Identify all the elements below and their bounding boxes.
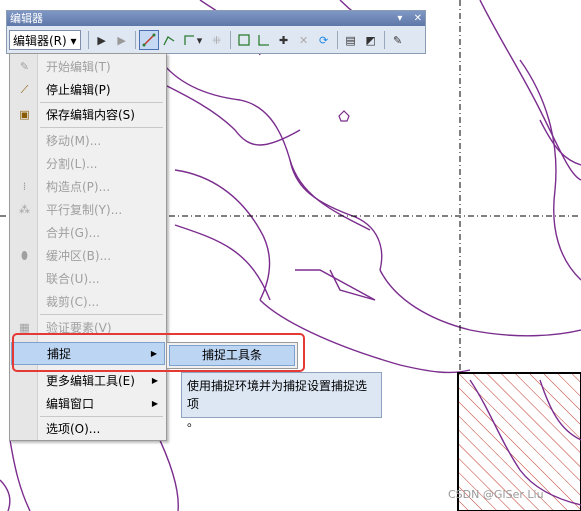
menu-item-label: 缓冲区(B)... [46,249,112,263]
reshape-icon[interactable] [254,30,274,50]
edit-tool-icon[interactable]: ▶ [92,30,112,50]
rotate-icon[interactable]: ⟳ [314,30,334,50]
editor-toolbar: 编辑器 ▾ ✕ 编辑器(R) ▾ ▶ ▶ ▾ ⁜ ✚ ✕ ⟳ ▤ ◩ ✎ [6,10,426,54]
menu-item-stop-editing[interactable]: ⟋ 停止编辑(P) [11,78,165,101]
separator [383,31,385,49]
menu-item-label: 更多编辑工具(E) [46,374,135,388]
menu-item-options[interactable]: 选项(O)... [11,417,165,440]
construction-tools-icon[interactable]: ▾ [179,30,207,50]
menu-item-label: 平行复制(Y)... [46,203,123,217]
menu-item-more-editing-tools[interactable]: 更多编辑工具(E) ▶ [11,369,165,392]
menu-item-clip[interactable]: 裁剪(C)... [11,290,165,313]
submenu-arrow-icon: ▶ [151,376,158,385]
save-icon: ▣ [19,108,30,121]
menu-item-construct-points[interactable]: ⁞ 构造点(P)... [11,175,165,198]
stop-edit-icon: ⟋ [20,82,29,96]
create-features-icon[interactable]: ✎ [388,30,408,50]
map-marker-polygon [338,110,350,122]
editor-menu-label: 编辑器(R) [13,34,67,48]
annotation-highlight-box [12,333,305,372]
menu-separator [40,314,163,315]
close-icon[interactable]: ✕ [414,13,422,24]
menu-item-union[interactable]: 联合(U)... [11,267,165,290]
menu-item-label: 分割(L)... [46,157,98,171]
editor-dropdown-menu: ✎ 开始编辑(T) ⟋ 停止编辑(P) ▣ 保存编辑内容(S) 移动(M)...… [9,53,167,441]
toolbar-titlebar[interactable]: 编辑器 ▾ ✕ [7,11,425,26]
cut-polygons-icon[interactable]: ✚ [274,30,294,50]
menu-item-label: 选项(O)... [46,422,101,436]
editor-menu-button[interactable]: 编辑器(R) ▾ [9,30,81,50]
pencil-icon: ✎ [19,60,30,73]
construct-points-icon: ⁞ [22,180,27,193]
menu-item-label: 停止编辑(P) [46,83,111,97]
watermark: CSDN @GISer Liu [448,488,544,501]
submenu-arrow-icon: ▶ [151,399,158,408]
straight-segment-icon[interactable] [138,30,159,50]
menu-item-label: 合并(G)... [46,226,101,240]
copy-parallel-icon: ⁂ [19,203,30,216]
separator [87,31,89,49]
toolbar-title: 编辑器 [10,12,43,25]
separator [336,31,338,49]
menu-item-buffer[interactable]: ⬮ 缓冲区(B)... [11,244,165,267]
menu-item-label: 移动(M)... [46,134,102,148]
chevron-down-icon: ▾ [66,34,77,48]
menu-item-move[interactable]: 移动(M)... [11,129,165,152]
split-icon[interactable]: ✕ [294,30,314,50]
separator [229,31,231,49]
attributes-icon[interactable]: ▤ [341,30,361,50]
tooltip: 使用捕捉环境并为捕捉设置捕捉选项 。 [181,372,382,429]
tooltip-text: 使用捕捉环境并为捕捉设置捕捉选项 [187,379,368,411]
menu-separator [40,127,163,128]
sketch-properties-icon[interactable]: ◩ [361,30,381,50]
menu-item-save-edits[interactable]: ▣ 保存编辑内容(S) [11,103,165,126]
menu-item-merge[interactable]: 合并(G)... [11,221,165,244]
menu-item-label: 开始编辑(T) [46,60,111,74]
trace-tool-icon[interactable] [159,30,179,50]
separator [134,31,136,49]
menu-item-label: 裁剪(C)... [46,295,100,309]
menu-item-split[interactable]: 分割(L)... [11,152,165,175]
toolbar-options-icon[interactable]: ▾ [397,13,402,24]
edit-vertices-icon[interactable] [234,30,254,50]
cluster-icon[interactable]: ⁜ [207,30,227,50]
menu-item-copy-parallel[interactable]: ⁂ 平行复制(Y)... [11,198,165,221]
menu-item-start-editing[interactable]: ✎ 开始编辑(T) [11,55,165,78]
menu-item-label: 编辑窗口 [46,397,95,411]
edit-annotation-icon[interactable]: ▶ [112,30,132,50]
menu-item-editing-windows[interactable]: 编辑窗口 ▶ [11,392,165,415]
menu-item-label: 联合(U)... [46,272,100,286]
tooltip-text-cont: 。 [187,415,200,429]
menu-item-label: 保存编辑内容(S) [46,108,135,122]
buffer-icon: ⬮ [21,248,28,262]
menu-item-label: 构造点(P)... [46,180,111,194]
